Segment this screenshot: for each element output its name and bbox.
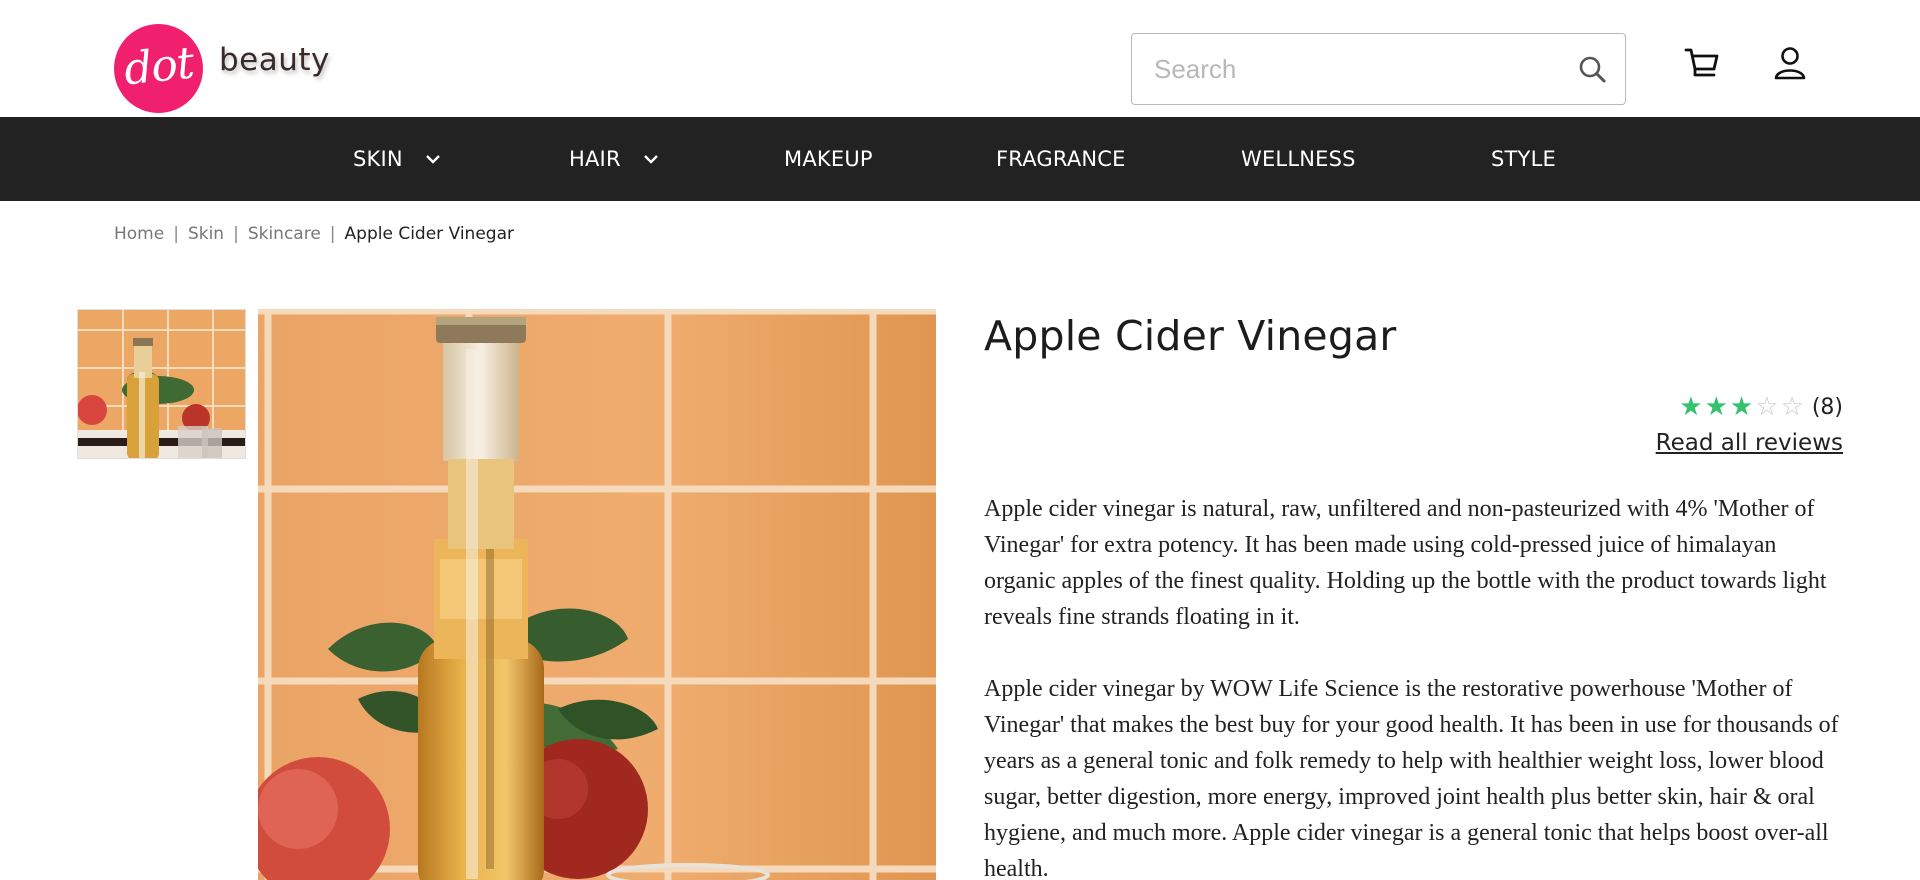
logo-mark: dot [121, 37, 196, 96]
main-nav: SKIN HAIR MAKEUP FRAGRANCE WELLNESS STYL… [0, 117, 1920, 201]
nav-item-label: MAKEUP [784, 147, 873, 171]
nav-item-skin[interactable]: SKIN [353, 117, 441, 201]
breadcrumb-skin[interactable]: Skin [188, 224, 224, 244]
search-input[interactable] [1154, 52, 1534, 86]
site-header: dot beauty [0, 0, 1920, 117]
star-icon: ★ [1704, 392, 1728, 422]
product-title: Apple Cider Vinegar [984, 312, 1397, 360]
user-icon[interactable] [1772, 45, 1808, 81]
product-rating[interactable]: ★ ★ ★ ☆ ☆ (8) [1679, 394, 1843, 420]
product-description-paragraph: Apple cider vinegar is natural, raw, unf… [984, 496, 1827, 630]
nav-item-label: SKIN [353, 147, 403, 171]
nav-item-label: HAIR [569, 147, 621, 171]
star-icon: ★ [1679, 392, 1703, 422]
nav-item-wellness[interactable]: WELLNESS [1241, 117, 1356, 201]
search-box [1131, 33, 1626, 105]
thumbnail-image [78, 310, 245, 458]
nav-item-label: STYLE [1491, 147, 1556, 171]
product-thumbnail[interactable] [77, 309, 246, 459]
product-description-paragraph: Apple cider vinegar by WOW Life Science … [984, 676, 1839, 880]
product-image [258, 309, 936, 880]
breadcrumb-home[interactable]: Home [114, 224, 164, 244]
nav-item-style[interactable]: STYLE [1491, 117, 1556, 201]
breadcrumb-current: Apple Cider Vinegar [344, 224, 514, 244]
breadcrumb-separator: | [329, 224, 336, 244]
star-icon: ★ [1729, 392, 1754, 422]
star-icon: ☆ [1755, 392, 1779, 422]
nav-item-hair[interactable]: HAIR [569, 117, 659, 201]
logo-wordmark[interactable]: beauty [219, 42, 330, 78]
breadcrumb-separator: | [233, 224, 239, 244]
nav-item-fragrance[interactable]: FRAGRANCE [996, 117, 1126, 201]
nav-item-makeup[interactable]: MAKEUP [784, 117, 873, 201]
search-icon[interactable] [1575, 52, 1611, 88]
chevron-down-icon [425, 155, 440, 164]
breadcrumb: Home | Skin | Skincare | Apple Cider Vin… [114, 224, 514, 244]
breadcrumb-separator: | [173, 224, 179, 244]
star-icon: ☆ [1780, 392, 1804, 422]
review-count: (8) [1811, 394, 1843, 420]
chevron-down-icon [643, 155, 658, 164]
nav-item-label: FRAGRANCE [996, 147, 1126, 171]
read-all-reviews-link[interactable]: Read all reviews [1656, 430, 1843, 456]
product-main-image[interactable] [258, 309, 936, 880]
nav-item-label: WELLNESS [1241, 147, 1356, 171]
breadcrumb-skincare[interactable]: Skincare [248, 224, 321, 244]
cart-icon[interactable] [1683, 45, 1721, 81]
brand-logo[interactable]: dot [114, 24, 203, 113]
